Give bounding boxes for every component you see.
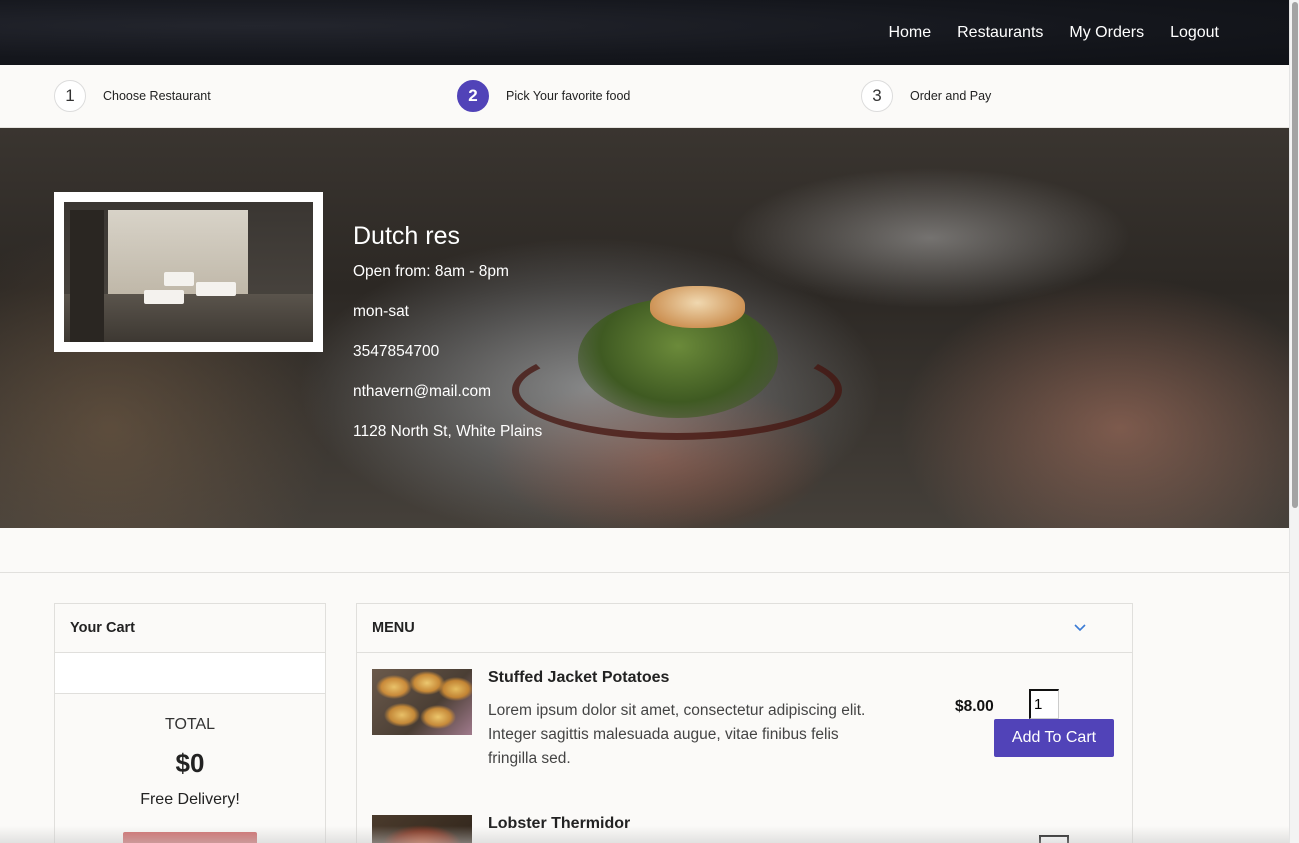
menu-item-description: Lorem ipsum dolor sit amet, consectetur … — [488, 702, 866, 767]
quantity-input[interactable] — [1039, 835, 1069, 843]
photo-door — [70, 210, 104, 342]
menu-header[interactable]: MENU — [357, 604, 1132, 653]
menu-item-name: Lobster Thermidor — [488, 815, 631, 832]
total-label: TOTAL — [164, 716, 216, 733]
delivery-note: Free Delivery! — [140, 791, 240, 808]
step-pick-food: 2 Pick Your favorite food — [457, 80, 630, 112]
add-to-cart-button[interactable]: Add To Cart — [994, 719, 1114, 757]
menu-item: Stuffed Jacket Potatoes Lorem ipsum dolo… — [372, 669, 1117, 779]
restaurant-photo-image — [64, 202, 313, 342]
page-scrollbar[interactable] — [1289, 0, 1299, 843]
step-label: Order and Pay — [910, 89, 992, 103]
section-divider — [0, 572, 1289, 573]
cart-title: Your Cart — [55, 604, 325, 653]
restaurant-address: 1128 North St, White Plains — [353, 423, 543, 440]
step-choose-restaurant: 1 Choose Restaurant — [54, 80, 211, 112]
total-value: $0 — [175, 748, 205, 778]
order-steps: 1 Choose Restaurant 2 Pick Your favorite… — [0, 65, 1289, 128]
restaurant-photo — [54, 192, 323, 352]
photo-table — [144, 290, 184, 304]
restaurant-hours: Open from: 8am - 8pm — [353, 263, 509, 280]
restaurant-hero: Dutch res Open from: 8am - 8pm mon-sat 3… — [0, 128, 1289, 528]
step-number: 3 — [861, 80, 893, 112]
nav-link-home[interactable]: Home — [888, 24, 931, 42]
photo-table — [196, 282, 236, 296]
chevron-down-icon[interactable] — [1073, 621, 1087, 635]
menu-item-price: $8.00 — [955, 698, 994, 715]
nav-link-restaurants[interactable]: Restaurants — [957, 24, 1043, 42]
hero-fish-decoration — [650, 286, 745, 328]
step-number: 2 — [457, 80, 489, 112]
restaurant-email: nthavern@mail.com — [353, 383, 492, 400]
restaurant-days: mon-sat — [353, 303, 409, 320]
cart-totals: TOTAL $0 Free Delivery! — [55, 694, 325, 809]
menu-item-image — [372, 669, 472, 735]
menu-panel: MENU Stuffed Jacket Potatoes Lorem ipsum… — [356, 603, 1133, 843]
step-number: 1 — [54, 80, 86, 112]
top-navbar: Home Restaurants My Orders Logout — [0, 0, 1289, 65]
nav-link-logout[interactable]: Logout — [1170, 24, 1219, 42]
quantity-input[interactable] — [1029, 689, 1059, 719]
cart-items — [55, 653, 325, 694]
menu-title: MENU — [372, 620, 415, 636]
menu-item-image — [372, 815, 472, 843]
cart-panel: Your Cart TOTAL $0 Free Delivery! — [54, 603, 326, 843]
restaurant-info: Dutch res Open from: 8am - 8pm mon-sat 3… — [353, 222, 542, 463]
step-order-pay: 3 Order and Pay — [861, 80, 991, 112]
checkout-button[interactable] — [123, 832, 257, 843]
lobster-photo — [372, 815, 472, 843]
restaurant-phone: 3547854700 — [353, 343, 440, 360]
restaurant-name: Dutch res — [353, 222, 460, 250]
nav-link-my-orders[interactable]: My Orders — [1069, 24, 1144, 42]
step-label: Choose Restaurant — [103, 89, 211, 103]
potatoes-photo — [372, 669, 472, 735]
photo-table — [164, 272, 194, 286]
menu-item: Lobster Thermidor — [372, 815, 1117, 843]
step-label: Pick Your favorite food — [506, 89, 631, 103]
menu-item-name: Stuffed Jacket Potatoes — [488, 669, 670, 686]
scrollbar-thumb[interactable] — [1292, 2, 1298, 508]
nav-links: Home Restaurants My Orders Logout — [888, 0, 1219, 65]
